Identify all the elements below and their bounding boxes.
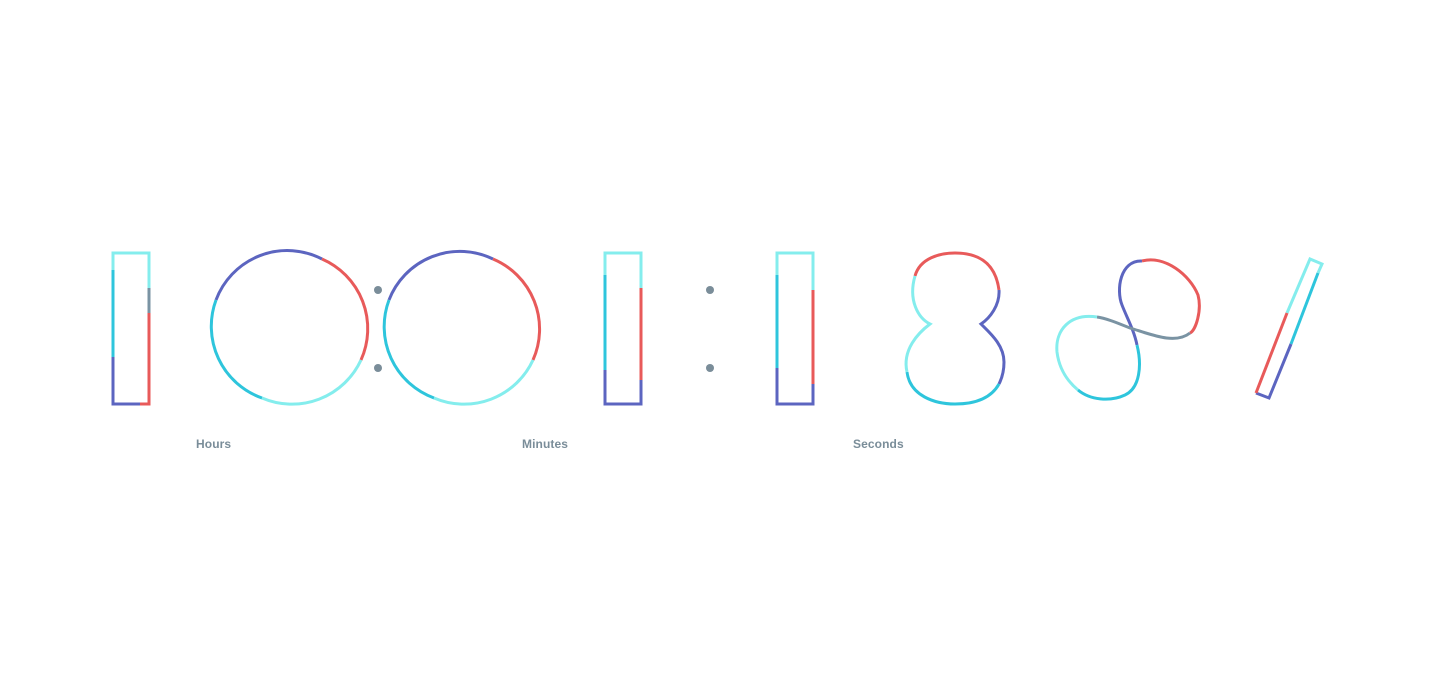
seconds-ones-digit bbox=[904, 251, 1006, 406]
seconds-transition-digit bbox=[1254, 257, 1324, 400]
countdown-clock: Hours Minutes Seconds bbox=[0, 0, 1435, 700]
hours-label: Hours bbox=[196, 437, 232, 451]
seconds-ones-next-digit bbox=[1055, 258, 1201, 401]
seconds-tens-digit bbox=[775, 251, 815, 406]
separator-colon-2 bbox=[706, 286, 714, 372]
separator-colon-1 bbox=[374, 286, 382, 372]
minutes-ones-digit bbox=[603, 251, 643, 406]
clock-canvas bbox=[111, 249, 1324, 406]
minutes-tens-digit bbox=[382, 249, 542, 406]
minutes-label: Minutes bbox=[522, 437, 569, 451]
hours-ones-digit bbox=[209, 249, 370, 406]
hours-tens-digit bbox=[111, 251, 151, 406]
seconds-label: Seconds bbox=[853, 437, 904, 451]
